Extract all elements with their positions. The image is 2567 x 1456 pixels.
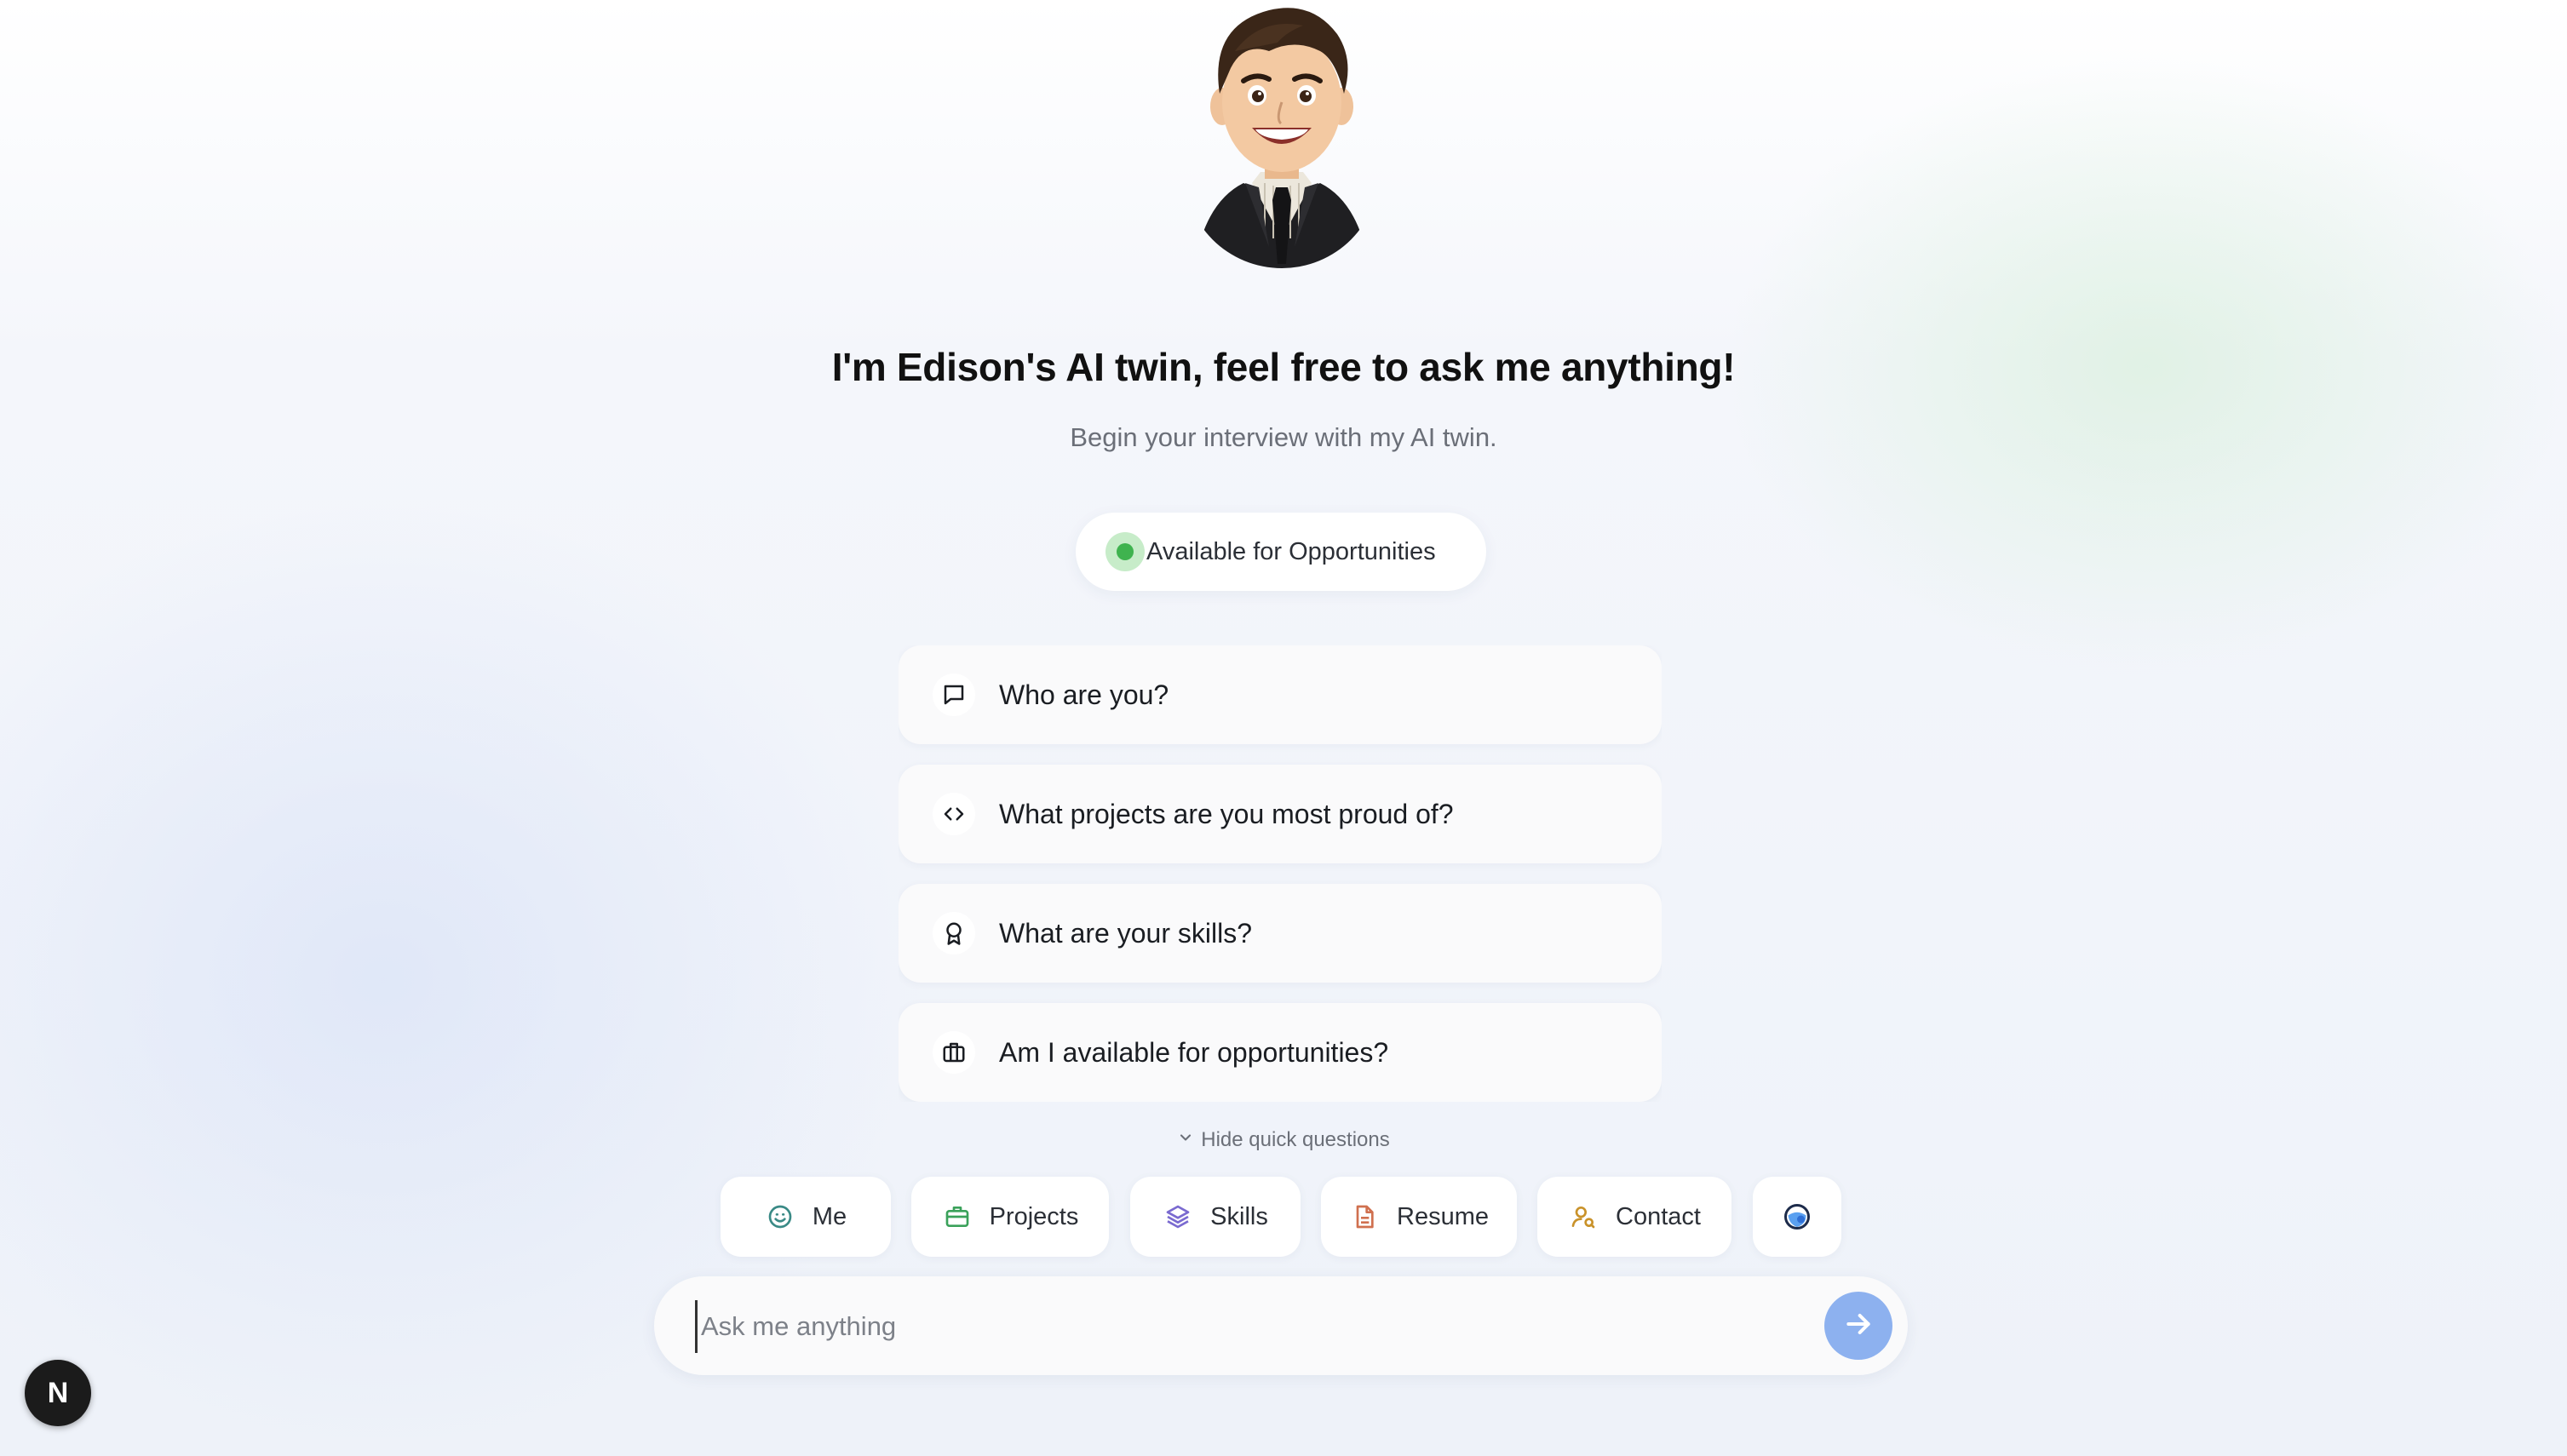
chip-contact[interactable]: Contact <box>1537 1177 1731 1257</box>
layers-icon <box>1163 1201 1193 1232</box>
quick-question-availability[interactable]: Am I available for opportunities? <box>899 1003 1662 1102</box>
quick-question-projects[interactable]: What projects are you most proud of? <box>899 765 1662 863</box>
hide-quick-questions-label: Hide quick questions <box>1201 1128 1390 1151</box>
smile-icon <box>765 1201 795 1232</box>
award-icon <box>933 912 975 954</box>
chip-more[interactable] <box>1753 1177 1841 1257</box>
chip-label: Me <box>812 1202 847 1230</box>
status-indicator-icon <box>1105 532 1145 571</box>
arrow-right-icon <box>1841 1307 1875 1345</box>
quick-question-label: What are your skills? <box>999 917 1252 949</box>
quick-question-skills[interactable]: What are your skills? <box>899 884 1662 983</box>
chip-skills[interactable]: Skills <box>1130 1177 1301 1257</box>
quick-questions-list: Who are you? What projects are you most … <box>899 645 1662 1102</box>
nextjs-dev-badge[interactable]: N <box>25 1360 91 1426</box>
quick-question-label: Am I available for opportunities? <box>999 1036 1389 1068</box>
status-label: Available for Opportunities <box>1146 537 1436 565</box>
user-search-icon <box>1568 1201 1599 1232</box>
chevron-down-icon <box>1177 1128 1194 1152</box>
file-text-icon <box>1349 1201 1380 1232</box>
chat-input[interactable] <box>695 1300 1767 1353</box>
category-chips: Me Projects Skills Resume Contact <box>0 1177 2567 1257</box>
chat-composer <box>654 1276 1908 1375</box>
code-icon <box>933 793 975 835</box>
chip-label: Skills <box>1210 1202 1268 1230</box>
quick-question-label: Who are you? <box>999 679 1169 710</box>
globe-icon <box>1782 1201 1812 1232</box>
message-square-icon <box>933 674 975 716</box>
hide-quick-questions-toggle[interactable]: Hide quick questions <box>0 1128 2567 1152</box>
quick-question-who-are-you[interactable]: Who are you? <box>899 645 1662 744</box>
briefcase-icon <box>942 1201 973 1232</box>
send-button[interactable] <box>1824 1292 1892 1360</box>
chip-me[interactable]: Me <box>721 1177 891 1257</box>
dev-badge-label: N <box>47 1376 69 1409</box>
chip-label: Resume <box>1397 1202 1489 1230</box>
chip-label: Projects <box>989 1202 1079 1230</box>
avatar <box>1184 0 1380 281</box>
chip-label: Contact <box>1616 1202 1701 1230</box>
chip-resume[interactable]: Resume <box>1321 1177 1517 1257</box>
chip-projects[interactable]: Projects <box>911 1177 1109 1257</box>
page-subtitle: Begin your interview with my AI twin. <box>1070 422 1497 452</box>
briefcase-icon <box>933 1031 975 1074</box>
availability-status-badge: Available for Opportunities <box>1076 513 1486 591</box>
page-title: I'm Edison's AI twin, feel free to ask m… <box>831 345 1736 389</box>
quick-question-label: What projects are you most proud of? <box>999 798 1454 829</box>
